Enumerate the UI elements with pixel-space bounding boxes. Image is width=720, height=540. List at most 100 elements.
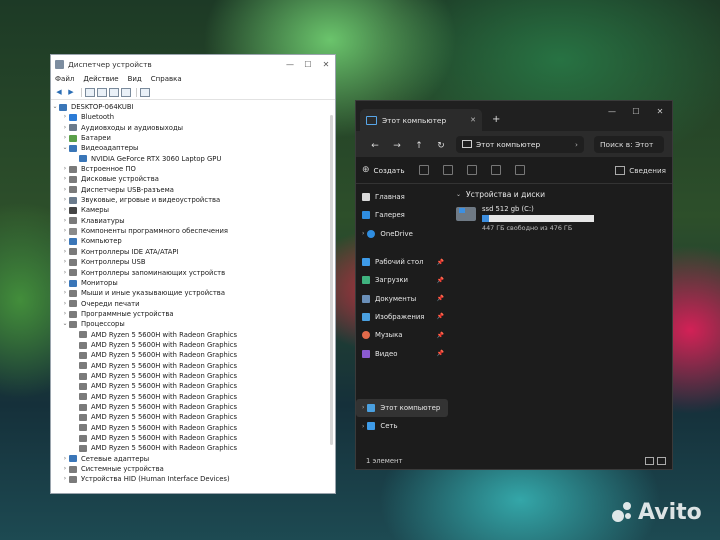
device-item[interactable]: AMD Ryzen 5 5600H with Radeon Graphics — [51, 340, 335, 350]
nav-item-this-pc[interactable]: › Этот компьютер — [356, 398, 448, 417]
expand-arrow-icon[interactable]: › — [61, 236, 69, 246]
device-item[interactable]: AMD Ryzen 5 5600H with Radeon Graphics — [51, 412, 335, 422]
device-category[interactable]: › Сетевые адаптеры — [51, 454, 335, 464]
device-category[interactable]: › Мониторы — [51, 278, 335, 288]
expand-arrow-icon[interactable]: › — [61, 205, 69, 215]
device-category[interactable]: › Камеры — [51, 205, 335, 215]
expand-arrow-icon[interactable]: › — [61, 123, 69, 133]
nav-item-music[interactable]: Музыка 📌 — [356, 326, 448, 344]
device-category[interactable]: › Bluetooth — [51, 112, 335, 122]
device-category[interactable]: › Звуковые, игровые и видеоустройства — [51, 195, 335, 205]
file-explorer-window[interactable]: Этот компьютер ✕ + — ☐ ✕ ← → ↑ ↻ Этот ко… — [355, 100, 673, 470]
close-button[interactable]: ✕ — [317, 60, 335, 69]
up-button[interactable]: ↑ — [408, 137, 430, 151]
search-input[interactable]: Поиск в: Этот — [594, 135, 664, 153]
tab-this-pc[interactable]: Этот компьютер ✕ — [360, 109, 482, 131]
expand-arrow-icon[interactable]: › — [61, 464, 69, 474]
new-tab-button[interactable]: + — [492, 114, 500, 125]
nav-item-images[interactable]: Изображения 📌 — [356, 308, 448, 326]
device-item[interactable]: AMD Ryzen 5 5600H with Radeon Graphics — [51, 361, 335, 371]
expand-arrow-icon[interactable]: › — [61, 226, 69, 236]
section-header[interactable]: ⌄ Устройства и диски — [456, 190, 664, 199]
device-item[interactable]: AMD Ryzen 5 5600H with Radeon Graphics — [51, 350, 335, 360]
expand-arrow-icon[interactable]: › — [61, 268, 69, 278]
forward-arrow-icon[interactable]: ▶ — [66, 88, 76, 97]
menu-action[interactable]: Действие — [83, 75, 118, 83]
device-item[interactable]: AMD Ryzen 5 5600H with Radeon Graphics — [51, 443, 335, 453]
collapse-arrow-icon[interactable]: ⌄ — [61, 319, 69, 329]
paste-icon[interactable] — [466, 165, 477, 175]
expand-arrow-icon[interactable]: › — [61, 257, 69, 267]
update-driver-icon[interactable] — [109, 87, 119, 97]
device-category[interactable]: › Контроллеры запоминающих устройств — [51, 268, 335, 278]
device-category[interactable]: ⌄ Процессоры — [51, 319, 335, 329]
device-item[interactable]: AMD Ryzen 5 5600H with Radeon Graphics — [51, 371, 335, 381]
nav-item-video[interactable]: Видео 📌 — [356, 344, 448, 362]
collapse-arrow-icon[interactable]: ⌄ — [61, 143, 69, 153]
nav-item-documents[interactable]: Документы 📌 — [356, 289, 448, 307]
device-manager-titlebar[interactable]: Диспетчер устройств — ☐ ✕ — [51, 55, 335, 73]
monitor-icon[interactable] — [140, 87, 150, 97]
minimize-button[interactable]: — — [281, 60, 299, 69]
device-category[interactable]: › Встроенное ПО — [51, 164, 335, 174]
device-item[interactable]: NVIDIA GeForce RTX 3060 Laptop GPU — [51, 154, 335, 164]
device-item[interactable]: AMD Ryzen 5 5600H with Radeon Graphics — [51, 381, 335, 391]
expand-arrow-icon[interactable]: › — [61, 174, 69, 184]
close-button[interactable]: ✕ — [648, 107, 672, 116]
expand-arrow-icon[interactable]: › — [61, 278, 69, 288]
expand-arrow-icon[interactable]: › — [61, 164, 69, 174]
properties-icon[interactable] — [85, 87, 95, 97]
device-item[interactable]: AMD Ryzen 5 5600H with Radeon Graphics — [51, 433, 335, 443]
expand-arrow-icon[interactable]: › — [61, 185, 69, 195]
maximize-button[interactable]: ☐ — [624, 107, 648, 116]
scrollbar[interactable] — [330, 115, 333, 445]
device-category[interactable]: › Очереди печати — [51, 299, 335, 309]
device-item[interactable]: AMD Ryzen 5 5600H with Radeon Graphics — [51, 330, 335, 340]
expand-arrow-icon[interactable]: › — [61, 454, 69, 464]
device-category[interactable]: › Программные устройства — [51, 309, 335, 319]
minimize-button[interactable]: — — [600, 107, 624, 116]
device-category[interactable]: › Аудиовходы и аудиовыходы — [51, 123, 335, 133]
device-category[interactable]: › Клавиатуры — [51, 216, 335, 226]
expand-arrow-icon[interactable]: › — [61, 288, 69, 298]
back-arrow-icon[interactable]: ◀ — [54, 88, 64, 97]
expand-arrow-icon[interactable]: › — [61, 247, 69, 257]
expand-arrow-icon[interactable]: › — [61, 309, 69, 319]
nav-item-home[interactable]: Главная — [356, 188, 448, 206]
expand-arrow-icon[interactable]: › — [61, 474, 69, 484]
drive-item[interactable]: ssd 512 gb (C:) 447 ГБ свободно из 476 Г… — [456, 205, 664, 232]
device-category[interactable]: › Дисковые устройства — [51, 174, 335, 184]
details-view-icon[interactable] — [645, 457, 654, 465]
device-category[interactable]: › Системные устройства — [51, 464, 335, 474]
menu-view[interactable]: Вид — [128, 75, 142, 83]
nav-item-desktop[interactable]: Рабочий стол 📌 — [356, 253, 448, 271]
close-tab-icon[interactable]: ✕ — [470, 116, 476, 124]
device-category[interactable]: › Компьютер — [51, 236, 335, 246]
nav-item-gallery[interactable]: Галерея — [356, 206, 448, 224]
tiles-view-icon[interactable] — [657, 457, 666, 465]
device-category[interactable]: › Компоненты программного обеспечения — [51, 226, 335, 236]
device-item[interactable]: AMD Ryzen 5 5600H with Radeon Graphics — [51, 423, 335, 433]
expand-arrow-icon[interactable]: › — [61, 216, 69, 226]
copy-icon[interactable] — [442, 165, 453, 175]
forward-button[interactable]: → — [386, 137, 408, 151]
device-category[interactable]: › Диспетчеры USB-разъема — [51, 185, 335, 195]
nav-item-downloads[interactable]: Загрузки 📌 — [356, 271, 448, 289]
device-category[interactable]: › Устройства HID (Human Interface Devices… — [51, 474, 335, 484]
menu-file[interactable]: Файл — [55, 75, 74, 83]
menu-help[interactable]: Справка — [151, 75, 182, 83]
device-item[interactable]: AMD Ryzen 5 5600H with Radeon Graphics — [51, 402, 335, 412]
tree-root[interactable]: ⌄ DESKTOP-064KUBI — [51, 102, 335, 112]
device-item[interactable]: AMD Ryzen 5 5600H with Radeon Graphics — [51, 392, 335, 402]
device-category[interactable]: › Батареи — [51, 133, 335, 143]
device-category[interactable]: › Контроллеры USB — [51, 257, 335, 267]
nav-item-network[interactable]: › Сеть — [356, 417, 448, 435]
refresh-button[interactable]: ↻ — [430, 137, 452, 151]
device-category[interactable]: › Мыши и иные указывающие устройства — [51, 288, 335, 298]
device-category[interactable]: › Контроллеры IDE ATA/ATAPI — [51, 247, 335, 257]
expand-arrow-icon[interactable]: › — [61, 195, 69, 205]
device-manager-window[interactable]: Диспетчер устройств — ☐ ✕ Файл Действие … — [50, 54, 336, 494]
cut-icon[interactable] — [418, 165, 429, 175]
help-icon[interactable] — [97, 87, 107, 97]
collapse-arrow-icon[interactable]: ⌄ — [51, 102, 59, 112]
